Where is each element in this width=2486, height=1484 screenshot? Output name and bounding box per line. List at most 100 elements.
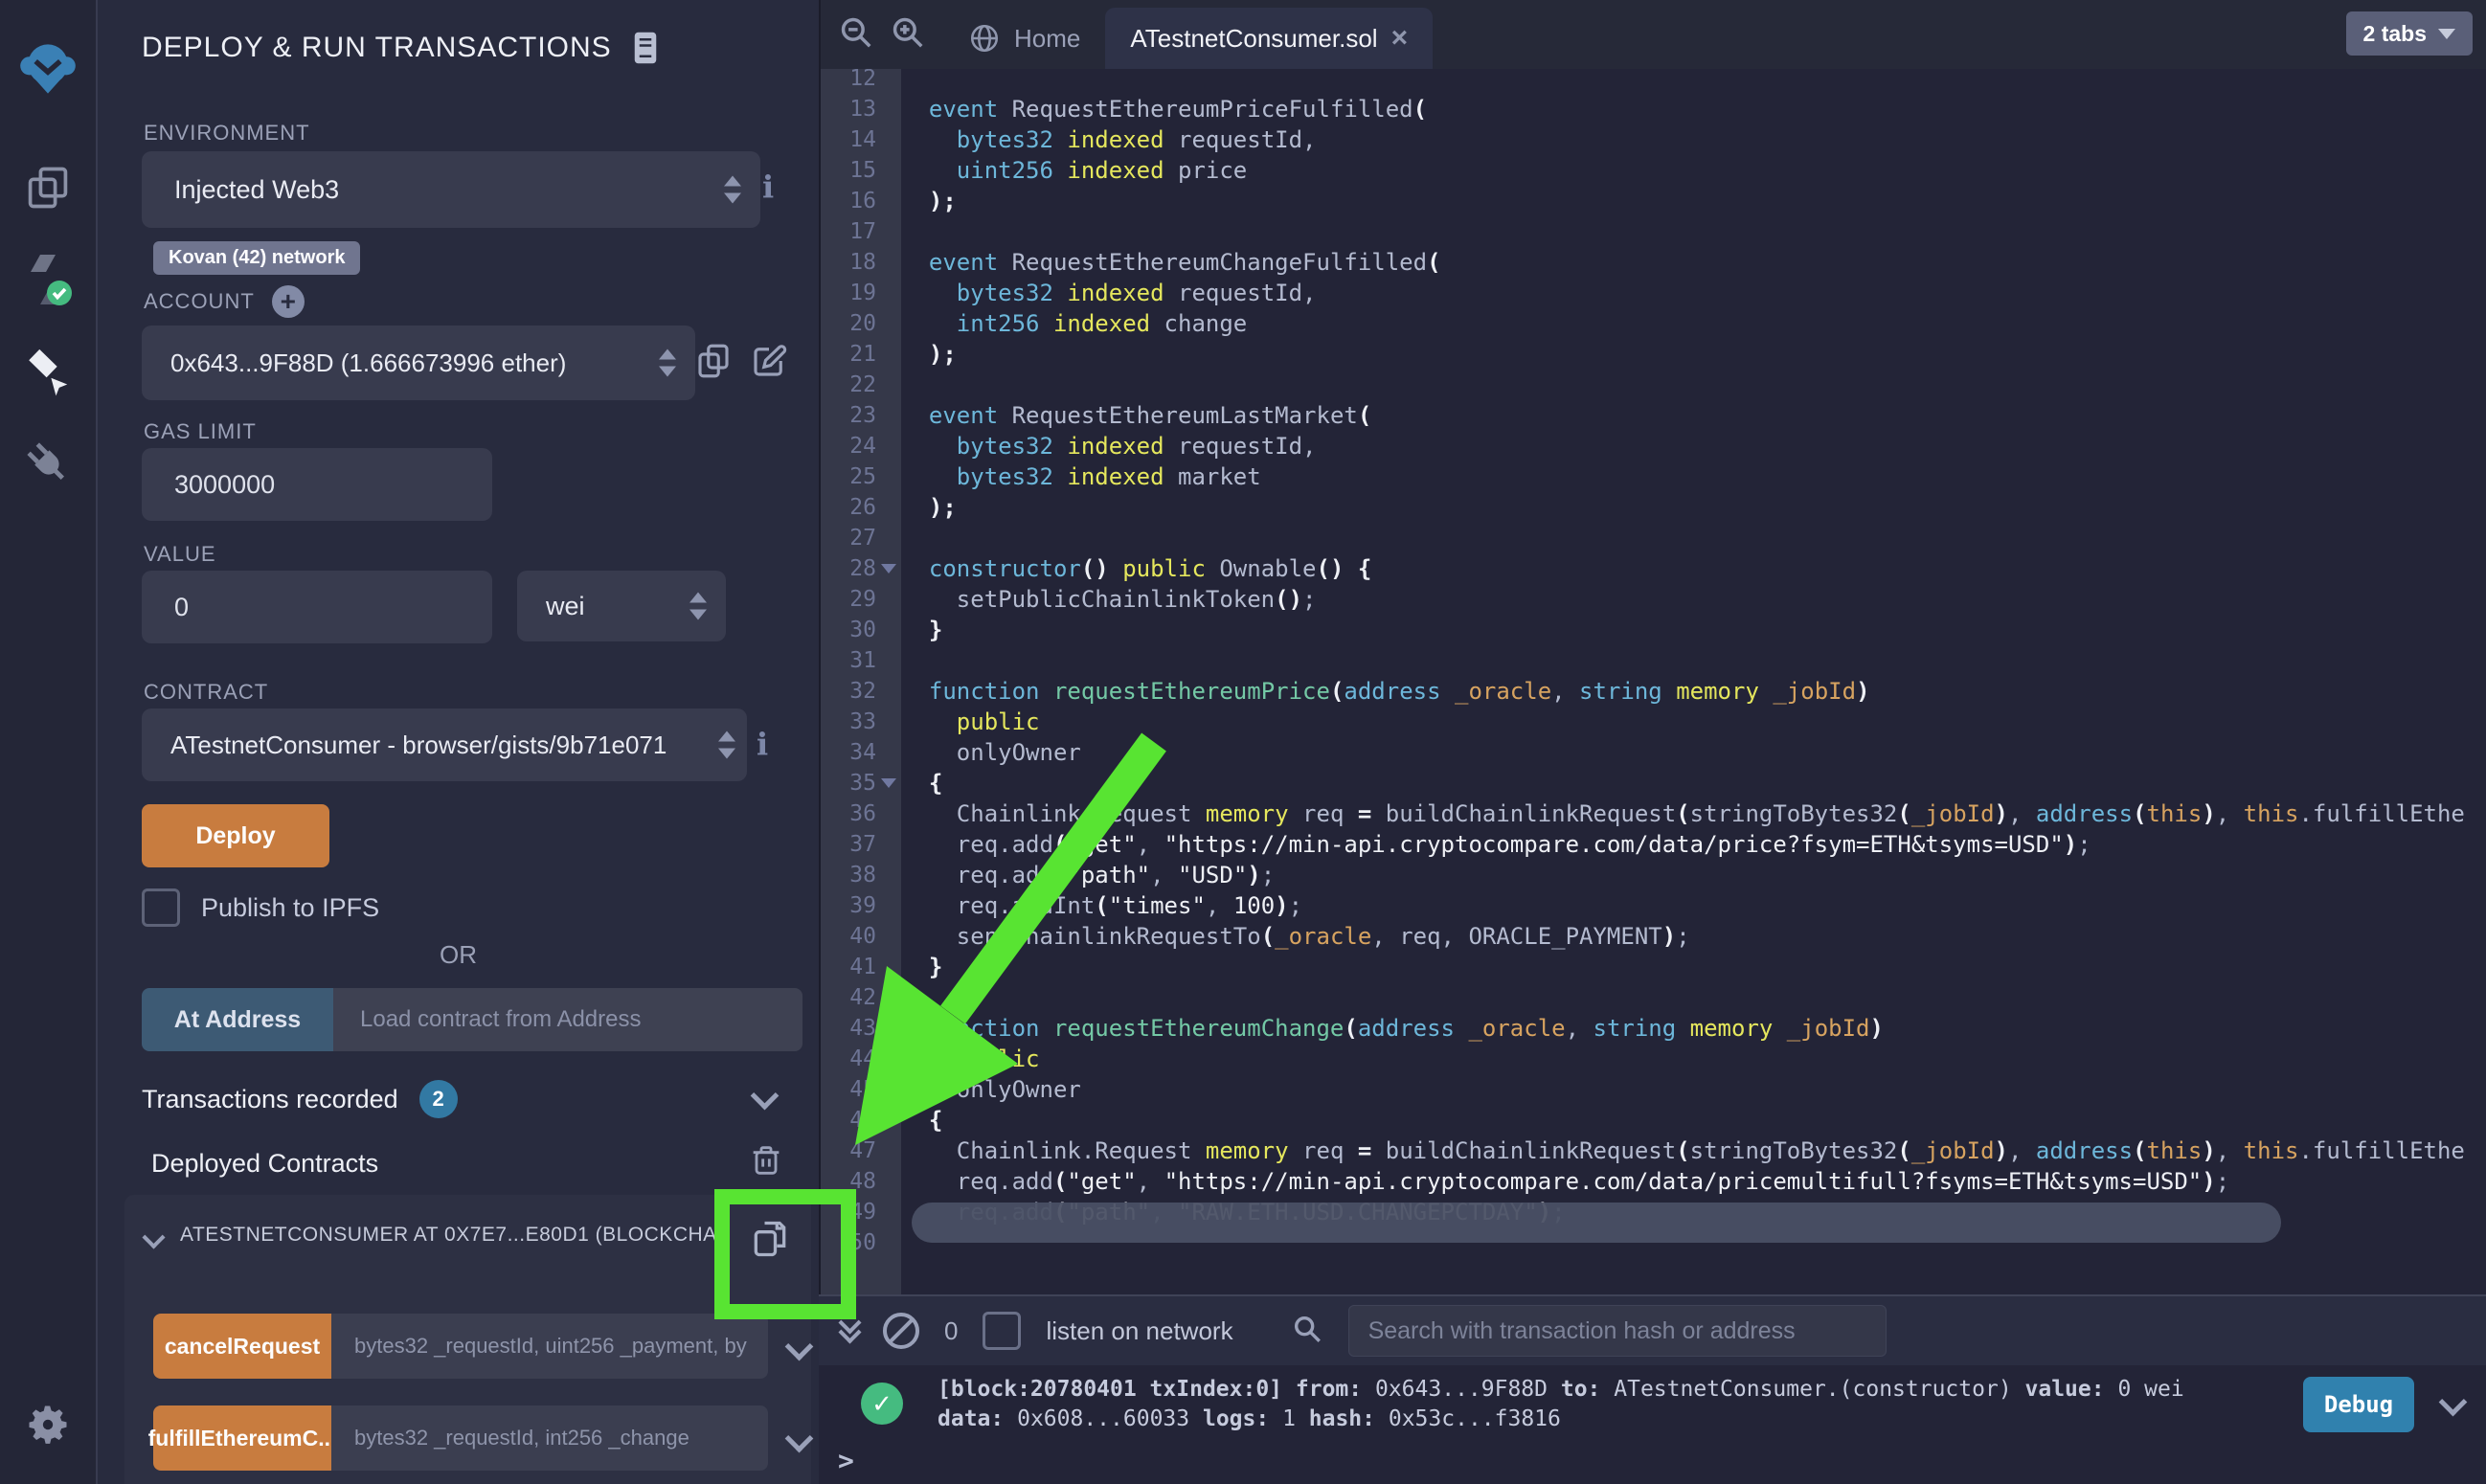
line-number: 47 bbox=[821, 1138, 876, 1163]
at-address-button[interactable]: At Address bbox=[142, 988, 333, 1051]
value-unit-select[interactable]: wei bbox=[517, 571, 726, 641]
zoom-in-icon[interactable] bbox=[890, 14, 926, 56]
code-line: 30 } bbox=[821, 615, 2486, 645]
environment-select[interactable]: Injected Web3 bbox=[142, 151, 760, 228]
fold-chevron-icon[interactable] bbox=[876, 1115, 901, 1125]
code-line: 32 function requestEthereumPrice(address… bbox=[821, 676, 2486, 707]
value-label: VALUE bbox=[144, 542, 216, 567]
contract-select[interactable]: ATestnetConsumer - browser/gists/9b71e07… bbox=[142, 708, 747, 781]
code-line: 47 Chainlink.Request memory req = buildC… bbox=[821, 1135, 2486, 1166]
at-address-input[interactable]: Load contract from Address bbox=[333, 988, 802, 1051]
line-number: 21 bbox=[821, 342, 876, 367]
transactions-chevron-icon[interactable] bbox=[751, 1082, 780, 1111]
deploy-button[interactable]: Deploy bbox=[142, 804, 329, 867]
horizontal-scrollbar[interactable] bbox=[912, 1203, 2281, 1243]
tabs-count-button[interactable]: 2 tabs bbox=[2346, 11, 2473, 56]
deploy-run-panel: DEPLOY & RUN TRANSACTIONS ENVIRONMENT In… bbox=[98, 0, 819, 1484]
line-number: 32 bbox=[821, 679, 876, 704]
code-line: 34 onlyOwner bbox=[821, 737, 2486, 768]
clear-instances-trash-icon[interactable] bbox=[747, 1141, 785, 1184]
log-expand-chevron-icon[interactable] bbox=[2439, 1388, 2468, 1417]
line-number: 48 bbox=[821, 1169, 876, 1194]
file-explorer-icon[interactable] bbox=[0, 153, 96, 222]
line-number: 45 bbox=[821, 1077, 876, 1102]
expand-function-chevron-icon[interactable] bbox=[785, 1332, 814, 1360]
add-account-icon[interactable]: + bbox=[272, 285, 305, 318]
code-area[interactable]: 1213 event RequestEthereumPriceFulfilled… bbox=[821, 69, 2486, 1294]
listen-network-checkbox[interactable] bbox=[983, 1312, 1021, 1350]
code-line: 19 bytes32 indexed requestId, bbox=[821, 278, 2486, 308]
contract-info-icon[interactable]: i bbox=[757, 726, 768, 762]
function-button-fulfillethereumc-[interactable]: fulfillEthereumC... bbox=[153, 1405, 331, 1471]
line-number: 40 bbox=[821, 924, 876, 949]
line-number: 43 bbox=[821, 1016, 876, 1041]
function-args-input[interactable]: bytes32 _requestId, uint256 _payment, by bbox=[331, 1314, 768, 1379]
docs-book-icon[interactable] bbox=[631, 31, 660, 65]
code-line: 26 ); bbox=[821, 492, 2486, 523]
settings-gear-icon[interactable] bbox=[0, 1390, 96, 1459]
environment-label: ENVIRONMENT bbox=[144, 121, 310, 146]
terminal: 0 listen on network ✓ [block:20780401 tx… bbox=[819, 1294, 2486, 1484]
line-number: 41 bbox=[821, 955, 876, 979]
zoom-out-icon[interactable] bbox=[838, 14, 874, 56]
copy-instance-address-icon[interactable] bbox=[749, 1218, 791, 1265]
editor-region: Home ATestnetConsumer.sol× 2 tabs 1213 ev… bbox=[819, 0, 2486, 1294]
plugin-manager-icon[interactable] bbox=[0, 429, 96, 498]
close-tab-icon[interactable]: × bbox=[1391, 22, 1409, 55]
code-line: 16 ); bbox=[821, 186, 2486, 216]
instance-title: ATESTNETCONSUMER AT 0X7E7...E80D1 (BLOCK… bbox=[180, 1224, 716, 1247]
remix-logo-icon[interactable] bbox=[0, 34, 96, 103]
function-button-cancelrequest[interactable]: cancelRequest bbox=[153, 1314, 331, 1379]
deployed-instance-card: ATESTNETCONSUMER AT 0X7E7...E80D1 (BLOCK… bbox=[124, 1195, 811, 1484]
line-number: 29 bbox=[821, 587, 876, 612]
gas-limit-label: GAS LIMIT bbox=[144, 419, 257, 444]
line-number: 46 bbox=[821, 1108, 876, 1133]
code-line: 23 event RequestEthereumLastMarket( bbox=[821, 400, 2486, 431]
debug-button[interactable]: Debug bbox=[2303, 1377, 2414, 1432]
fold-chevron-icon[interactable] bbox=[876, 564, 901, 573]
line-number: 18 bbox=[821, 250, 876, 275]
deploy-run-icon[interactable] bbox=[0, 337, 96, 406]
function-row: cancelRequestbytes32 _requestId, uint256… bbox=[153, 1314, 809, 1379]
terminal-toolbar: 0 listen on network bbox=[819, 1296, 2486, 1365]
transactions-recorded-label: Transactions recorded bbox=[142, 1085, 398, 1114]
terminal-prompt[interactable]: > bbox=[838, 1445, 854, 1476]
panel-title: DEPLOY & RUN TRANSACTIONS bbox=[142, 32, 612, 64]
tab-label: Home bbox=[1014, 24, 1080, 54]
line-number: 37 bbox=[821, 832, 876, 857]
transactions-count-badge: 2 bbox=[419, 1080, 458, 1118]
copy-account-icon[interactable] bbox=[693, 341, 734, 386]
line-number: 12 bbox=[821, 69, 876, 91]
code-line: 29 setPublicChainlinkToken(); bbox=[821, 584, 2486, 615]
sign-message-icon[interactable] bbox=[749, 341, 789, 386]
code-line: 21 ); bbox=[821, 339, 2486, 370]
globe-icon bbox=[968, 22, 1001, 55]
tab-home[interactable]: Home bbox=[943, 8, 1105, 69]
code-line: 31 bbox=[821, 645, 2486, 676]
code-line: 41 } bbox=[821, 952, 2486, 982]
clear-console-icon[interactable] bbox=[883, 1313, 919, 1349]
publish-ipfs-checkbox[interactable] bbox=[142, 888, 180, 927]
expand-terminal-icon[interactable] bbox=[842, 1321, 858, 1340]
line-number: 35 bbox=[821, 771, 876, 796]
value-input[interactable] bbox=[142, 571, 492, 643]
account-select[interactable]: 0x643...9F88D (1.666673996 ether) bbox=[142, 326, 695, 400]
tab-atestnetconsumer-sol[interactable]: ATestnetConsumer.sol× bbox=[1105, 8, 1433, 69]
fold-chevron-icon[interactable] bbox=[876, 778, 901, 788]
solidity-compiler-icon[interactable] bbox=[0, 245, 96, 314]
code-line: 40 sendChainlinkRequestTo(_oracle, req, … bbox=[821, 921, 2486, 952]
code-line: 25 bytes32 indexed market bbox=[821, 461, 2486, 492]
code-line: 38 req.add("path", "USD"); bbox=[821, 860, 2486, 890]
line-number: 19 bbox=[821, 281, 876, 305]
environment-info-icon[interactable]: i bbox=[762, 169, 774, 205]
expand-function-chevron-icon[interactable] bbox=[785, 1424, 814, 1452]
code-line: 43 function requestEthereumChange(addres… bbox=[821, 1013, 2486, 1044]
terminal-search-input[interactable] bbox=[1348, 1305, 1887, 1357]
code-line: 20 int256 indexed change bbox=[821, 308, 2486, 339]
instance-collapse-chevron-icon[interactable] bbox=[142, 1225, 165, 1248]
code-line: 33 public bbox=[821, 707, 2486, 737]
line-number: 27 bbox=[821, 526, 876, 551]
select-stepper-icon bbox=[724, 176, 741, 204]
function-args-input[interactable]: bytes32 _requestId, int256 _change bbox=[331, 1405, 768, 1471]
gas-limit-input[interactable] bbox=[142, 448, 492, 521]
